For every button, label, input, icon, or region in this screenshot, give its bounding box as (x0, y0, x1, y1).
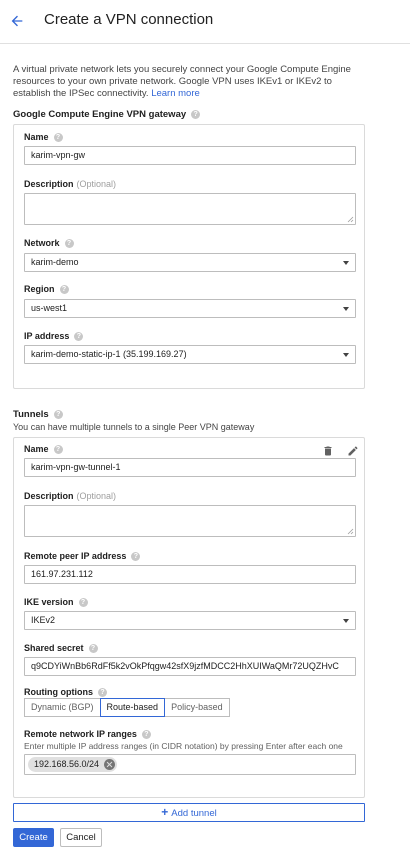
gateway-section-title: Google Compute Engine VPN gateway ? (13, 109, 201, 120)
routing-options-label-text: Routing options (24, 687, 93, 697)
help-icon[interactable]: ? (59, 284, 69, 294)
shared-secret-label: Shared secret ? (24, 643, 98, 653)
help-icon[interactable]: ? (64, 238, 74, 248)
edit-icon[interactable] (347, 445, 359, 457)
intro-text: A virtual private network lets you secur… (13, 64, 363, 100)
help-icon[interactable]: ? (88, 643, 98, 653)
tunnel-description-label: Description (Optional) (24, 491, 116, 501)
create-button[interactable]: Create (13, 828, 54, 847)
gateway-card: Name ? karim-vpn-gw Description (Optiona… (13, 124, 365, 389)
add-tunnel-button[interactable]: + Add tunnel (13, 803, 365, 822)
ip-address-label: IP address ? (24, 331, 84, 341)
page-title: Create a VPN connection (44, 11, 214, 28)
help-icon[interactable]: ? (141, 729, 151, 739)
ike-version-label: IKE version ? (24, 597, 88, 607)
gateway-description-label-text: Description (24, 179, 74, 189)
tunnel-description-label-text: Description (24, 491, 74, 501)
learn-more-link[interactable]: Learn more (151, 88, 200, 99)
remote-ranges-label: Remote network IP ranges ? (24, 729, 151, 739)
help-icon[interactable]: ? (131, 551, 141, 561)
help-icon[interactable]: ? (191, 110, 201, 119)
remote-ranges-hint: Enter multiple IP address ranges (in CID… (24, 741, 343, 751)
region-label: Region ? (24, 284, 69, 294)
remove-chip-icon[interactable] (104, 759, 116, 770)
chevron-down-icon (343, 353, 349, 357)
network-select[interactable]: karim-demo (24, 253, 356, 272)
ip-address-select[interactable]: karim-demo-static-ip-1 (35.199.169.27) (24, 345, 356, 364)
region-label-text: Region (24, 284, 55, 294)
help-icon[interactable]: ? (78, 597, 88, 607)
shared-secret-label-text: Shared secret (24, 643, 84, 653)
shared-secret-input[interactable]: q9CDYiWnBb6RdFf5k2vOkPfqgw42sfX9jzfMDCC2… (24, 657, 356, 676)
ike-version-label-text: IKE version (24, 597, 74, 607)
remote-peer-ip-label-text: Remote peer IP address (24, 551, 127, 561)
chevron-down-icon (343, 307, 349, 311)
routing-option-policy-based[interactable]: Policy-based (164, 698, 230, 717)
help-icon[interactable]: ? (53, 444, 63, 454)
chevron-down-icon (343, 619, 349, 623)
resize-handle-icon[interactable] (347, 528, 354, 535)
help-icon[interactable]: ? (74, 331, 84, 341)
region-select[interactable]: us-west1 (24, 299, 356, 318)
routing-option-dynamic-bgp[interactable]: Dynamic (BGP) (24, 698, 101, 717)
gateway-title-text: Google Compute Engine VPN gateway (13, 109, 187, 120)
network-label-text: Network (24, 238, 60, 248)
remote-ranges-label-text: Remote network IP ranges (24, 729, 137, 739)
routing-options-toggle: Dynamic (BGP) Route-based Policy-based (24, 698, 230, 717)
gateway-description-input[interactable] (24, 193, 356, 225)
gateway-name-input[interactable]: karim-vpn-gw (24, 146, 356, 165)
tunnel-name-input[interactable]: karim-vpn-gw-tunnel-1 (24, 458, 356, 477)
tunnel-name-label-text: Name (24, 444, 49, 454)
plus-icon: + (161, 805, 169, 819)
ip-address-select-value: karim-demo-static-ip-1 (35.199.169.27) (31, 349, 187, 359)
page-header: Create a VPN connection (0, 0, 410, 44)
chevron-down-icon (343, 261, 349, 265)
routing-options-label: Routing options ? (24, 687, 107, 697)
tunnels-section-title: Tunnels ? (13, 409, 63, 420)
optional-tag: (Optional) (76, 179, 117, 189)
remote-peer-ip-label: Remote peer IP address ? (24, 551, 141, 561)
region-select-value: us-west1 (31, 303, 68, 313)
remote-peer-ip-input[interactable]: 161.97.231.112 (24, 565, 356, 584)
gateway-description-label: Description (Optional) (24, 179, 116, 189)
remote-ranges-input[interactable]: 192.168.56.0/24 (24, 754, 356, 775)
help-icon[interactable]: ? (97, 687, 107, 697)
tunnel-card: Name ? karim-vpn-gw-tunnel-1 Description… (13, 437, 365, 798)
resize-handle-icon[interactable] (347, 216, 354, 223)
help-icon[interactable]: ? (53, 132, 63, 142)
help-icon[interactable]: ? (53, 410, 63, 419)
ike-version-select[interactable]: IKEv2 (24, 611, 356, 630)
tunnels-title-text: Tunnels (13, 409, 49, 420)
tunnel-description-input[interactable] (24, 505, 356, 537)
network-select-value: karim-demo (31, 257, 79, 267)
delete-icon[interactable] (322, 445, 334, 457)
optional-tag: (Optional) (76, 491, 117, 501)
tunnels-subtitle: You can have multiple tunnels to a singl… (13, 422, 255, 432)
ip-address-label-text: IP address (24, 331, 70, 341)
ike-version-select-value: IKEv2 (31, 615, 56, 625)
add-tunnel-label: Add tunnel (171, 808, 217, 819)
cancel-button[interactable]: Cancel (60, 828, 102, 847)
ip-range-chip-text: 192.168.56.0/24 (34, 759, 100, 769)
routing-option-route-based[interactable]: Route-based (99, 698, 166, 717)
tunnel-name-label: Name ? (24, 444, 63, 454)
gateway-name-label-text: Name (24, 132, 49, 142)
network-label: Network ? (24, 238, 74, 248)
ip-range-chip: 192.168.56.0/24 (28, 757, 118, 772)
arrow-back-icon[interactable] (9, 13, 25, 29)
gateway-name-label: Name ? (24, 132, 63, 142)
